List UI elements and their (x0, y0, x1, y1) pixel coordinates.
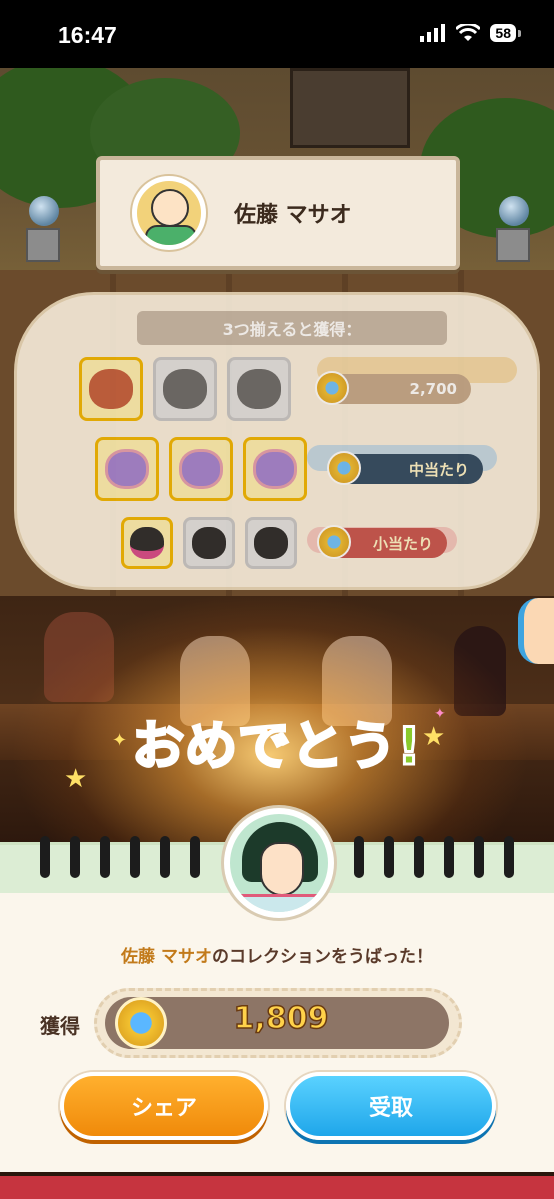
notebook-ring (354, 836, 364, 878)
side-character-peek[interactable] (518, 598, 554, 664)
sparkle-icon: ✦ (112, 730, 128, 751)
status-bar: 16:47 58 (0, 0, 554, 68)
congrats-char: お (131, 716, 186, 779)
notebook-ring (130, 836, 140, 878)
stone-lantern-left (26, 196, 62, 262)
bear-tile (79, 357, 143, 421)
prize-row-3: 小当たり (121, 517, 447, 569)
coin-icon (315, 371, 349, 405)
player-name: 佐藤 マサオ (234, 203, 352, 228)
prize-row-2: 中当たり (95, 437, 483, 501)
bear-tile (227, 357, 291, 421)
notebook-ring (100, 836, 110, 878)
status-time: 16:47 (58, 22, 117, 48)
reward-pill-coins: 2,700 (315, 371, 471, 405)
acquire-label: 獲得 (40, 1014, 80, 1038)
coin-icon (317, 525, 351, 559)
sparkle-icon: ✦ (434, 706, 446, 722)
reward-pill-medium: 中当たり (327, 451, 483, 485)
reward-value: 中当たり (408, 460, 469, 479)
battery-icon: 58 (490, 24, 521, 42)
notebook-ring (40, 836, 50, 878)
ninja-tile (183, 517, 235, 569)
masao-avatar (132, 176, 206, 250)
ninja-tile (121, 517, 173, 569)
message-text: のコレクションをうばった！ (211, 947, 433, 967)
board-title: 3つ揃えると獲得： (137, 311, 447, 345)
girl-tile (95, 437, 159, 501)
collection-board: 3つ揃えると獲得： 2,700 中当たり 小当たり (14, 292, 540, 590)
congrats-char: で (237, 716, 292, 779)
notebook-ring (70, 836, 80, 878)
coin-icon (327, 451, 361, 485)
notebook-ring (474, 836, 484, 878)
notebook-ring (504, 836, 514, 878)
receive-button[interactable]: 受取 (286, 1072, 496, 1140)
notebook-ring (444, 836, 454, 878)
congrats-char: と (290, 716, 345, 779)
victim-avatar (224, 808, 334, 918)
prize-row-1: 2,700 (79, 357, 471, 421)
reward-value: 2,700 (409, 380, 457, 398)
signal-icon (420, 24, 446, 42)
bottom-strip (0, 1176, 554, 1199)
result-message: 佐藤 マサオのコレクションをうばった！ (0, 942, 554, 967)
reward-pill-small: 小当たり (317, 525, 447, 559)
sparkle-icon: ★ (64, 764, 88, 794)
notebook-ring (190, 836, 200, 878)
name-plate: 佐藤 マサオ (96, 156, 460, 270)
notebook-ring (414, 836, 424, 878)
congrats-char: ! (396, 716, 423, 779)
congrats-char: め (184, 716, 239, 779)
congrats-char: う (343, 716, 398, 779)
girl-tile (243, 437, 307, 501)
acquire-value: 1,809 (233, 1000, 329, 1037)
notebook-ring (160, 836, 170, 878)
sparkle-icon: ★ (422, 722, 446, 752)
reward-value: 小当たり (372, 534, 433, 553)
notebook-ring (384, 836, 394, 878)
status-icons: 58 (420, 24, 521, 42)
wifi-icon (456, 24, 481, 41)
bear-tile (153, 357, 217, 421)
stone-lantern-right (496, 196, 532, 262)
girl-tile (169, 437, 233, 501)
ninja-tile (245, 517, 297, 569)
message-name: 佐藤 マサオ (121, 947, 212, 967)
acquire-bar: 1,809 (94, 988, 462, 1058)
share-button[interactable]: シェア (60, 1072, 268, 1140)
